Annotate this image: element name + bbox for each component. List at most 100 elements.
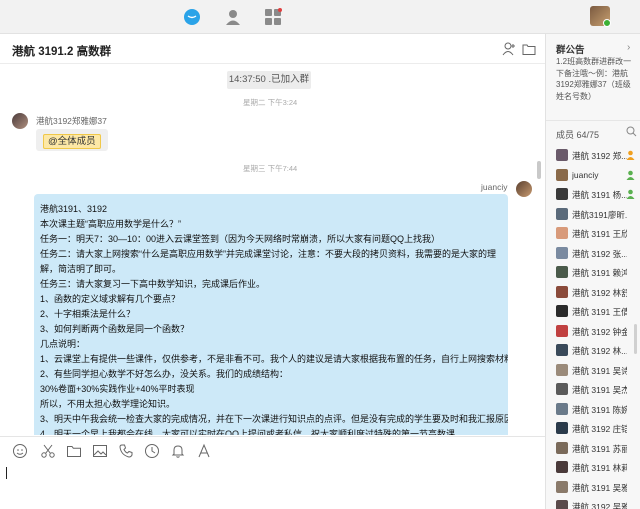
text-caret [6,467,7,479]
member-avatar [556,480,568,493]
sender-name: juanciy [481,182,508,192]
admin-badge-icon [626,189,635,199]
timestamp: 星期三 下午7:44 [243,164,298,173]
bell-icon[interactable] [170,443,186,459]
member-item[interactable]: 港航 3191 王欣... [546,224,640,244]
member-name: 港航 3191 苏丽... [572,443,627,454]
image-icon[interactable] [92,443,108,459]
member-item[interactable]: 港航 3191 林莉... [546,458,640,478]
emoji-icon[interactable] [12,443,28,459]
message-line: 3、明天中午我会统一检查大家的完成情况，并在下一次课进行知识点的点评。但是没有完… [40,414,508,424]
member-item[interactable]: 港航 3192 张... [546,244,640,264]
member-scrollbar[interactable] [634,324,637,354]
search-icon[interactable] [626,126,637,137]
member-item[interactable]: 港航 3192 林... [546,341,640,361]
apps-grid-icon[interactable] [264,8,282,26]
chevron-right-icon[interactable]: › [627,42,630,53]
member-avatar [556,285,568,298]
member-name: juanciy [572,169,599,180]
sender-avatar[interactable] [516,181,532,197]
message-line: 4、明天一个早上我都会在线，大家可以实时在QQ上提问或者私信。祝大家顺利度过特殊… [40,429,465,435]
member-avatar [556,441,568,454]
member-name: 港航 3192 钟金... [572,326,627,337]
member-item[interactable]: 港航 3191 吴诗... [546,361,640,381]
folder-icon[interactable] [66,443,82,459]
message-line: 3、如何判断两个函数是同一个函数？ [40,324,190,334]
chat-title: 港航 3191.2 高数群 [12,46,112,58]
member-name: 港航 3192 张... [572,248,627,259]
contacts-icon[interactable] [224,8,242,26]
message-line: 所以，不用太担心数学理论知识。 [40,399,176,409]
font-icon[interactable] [196,443,212,459]
member-avatar [556,168,568,181]
member-name: 港航 3192 郑... [572,151,627,161]
chat-header: 港航 3191.2 高数群 [0,34,545,64]
member-item[interactable]: juanciy [546,166,640,186]
message-line: 几点说明： [40,339,86,349]
member-name: 港航 3191 王欣... [572,229,627,239]
message-list: 14:37:50 .已加入群 星期二 下午3:24 港航3192郑雅娜37 @全… [0,65,545,435]
member-name: 港航 3191 杨... [572,190,627,200]
member-item[interactable]: 港航 3192 郑... [546,146,640,166]
member-name: 港航 3192 林舒... [572,287,627,298]
member-name: 港航 3192 庄铠... [572,424,627,434]
scissors-icon[interactable] [40,443,56,459]
member-item[interactable]: 港航3191廖昕... [546,205,640,225]
message-line: 1、云课堂上有提供一些课件，仅供参考，不是非看不可。我个人的建议是请大家根据我布… [40,354,508,364]
folder-icon[interactable] [522,42,536,56]
member-name: 港航 3191 王倩... [572,307,627,317]
member-avatar [556,500,568,509]
member-item[interactable]: 港航 3191 吴雅... [546,478,640,498]
member-item[interactable]: 港航 3192 吴雅... [546,497,640,509]
members-count: 成员 64/75 [556,130,600,140]
message-line: 2、十字相乘法是什么？ [40,309,136,319]
timestamp: 星期二 下午3:24 [243,98,298,107]
add-member-icon[interactable] [502,42,516,56]
phone-icon[interactable] [118,443,134,459]
sender-avatar[interactable] [12,113,28,129]
message-bubble: 港航3191、3192 本次课主题“高职应用数学是什么？” 任务一：明天7：30… [34,194,508,435]
message-line: 1、函数的定义域求解有几个要点？ [40,294,181,304]
member-avatar [556,305,568,317]
top-nav-bar [0,0,640,34]
member-item[interactable]: 港航 3192 庄铠... [546,419,640,439]
member-item[interactable]: 港航 3191 王倩... [546,302,640,322]
member-avatar [556,188,568,200]
message-line: 任务三：请大家复习一下高中数学知识，完成课后作业。 [40,279,266,289]
chat-bubble-icon[interactable] [183,8,201,26]
message-input[interactable] [0,464,545,509]
member-item[interactable]: 港航 3191 吴杰... [546,380,640,400]
member-item[interactable]: 港航 3191 赖鸿... [546,263,640,283]
member-avatar [556,149,568,161]
message-line: 本次课主题“高职应用数学是什么？” [40,219,181,229]
member-name: 港航 3191 吴诗... [572,365,627,376]
member-avatar [556,344,568,356]
member-name: 港航 3192 吴雅... [572,502,627,509]
member-item[interactable]: 港航 3191 杨... [546,185,640,205]
member-name: 港航 3192 林... [572,346,627,356]
member-name: 港航3191廖昕... [572,209,627,220]
member-name: 港航 3191 林莉... [572,463,627,473]
member-item[interactable]: 港航 3192 钟金... [546,322,640,342]
message-line: 任务一：明天7：30—10：00进入云课堂签到（因为今天网络时常崩溃，所以大家有… [40,234,441,244]
member-list: 港航 3192 郑... juanciy 港航 3191 杨... 港航3191廖昕.… [546,146,640,509]
member-avatar [556,227,568,239]
member-avatar [556,363,568,376]
member-name: 港航 3191 陈婉... [572,404,627,415]
mention-all-tag: @全体成员 [43,134,101,149]
divider [546,120,640,121]
member-avatar [556,402,568,415]
member-item[interactable]: 港航 3192 林舒... [546,283,640,303]
member-avatar [556,266,568,278]
clock-icon[interactable] [144,443,160,459]
announcement-text: 1.2班高数群进群改一下备注哦～例：港航3192郑雅娜37（班级姓名号数） [556,57,632,101]
owner-badge-icon [626,150,635,160]
message-scrollbar[interactable] [537,161,541,179]
member-item[interactable]: 港航 3191 陈婉... [546,400,640,420]
member-avatar [556,207,568,220]
announcement-title: 群公告 [556,45,585,56]
member-item[interactable]: 港航 3191 苏丽... [546,439,640,459]
message-line: 2、有些同学担心数学不好怎么办，没关系。我们的成绩结构： [40,369,289,379]
online-status-dot [603,19,611,27]
member-name: 港航 3191 吴雅... [572,482,627,493]
